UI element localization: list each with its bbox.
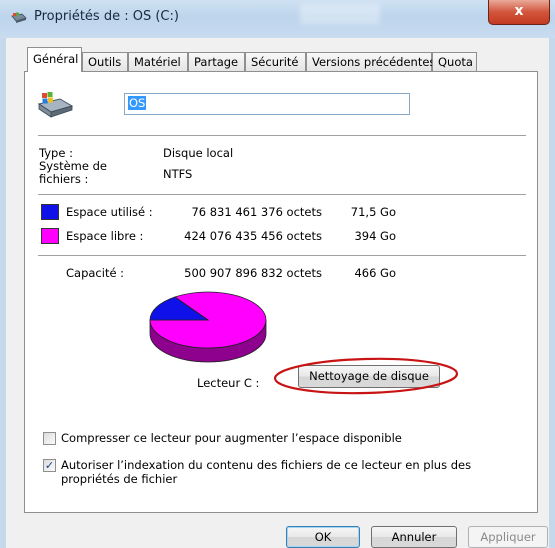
capacity-bytes: 500 907 896 832 octets (184, 266, 322, 280)
used-space-size: 71,5 Go (350, 205, 396, 219)
tab-outils[interactable]: Outils (82, 52, 128, 71)
checkmark-icon: ✓ (44, 459, 55, 472)
separator (38, 194, 526, 195)
used-space-swatch (41, 204, 59, 220)
compress-checkbox[interactable] (43, 432, 56, 445)
tab-quota[interactable]: Quota (432, 52, 477, 71)
filesystem-label: Système de fichiers : (39, 159, 107, 186)
free-space-size: 394 Go (354, 229, 396, 243)
tab-versions-precedentes[interactable]: Versions précédentes (306, 52, 435, 71)
title-bar-glass (300, 4, 380, 24)
tab-materiel[interactable]: Matériel (128, 52, 188, 71)
filesystem-value: NTFS (163, 167, 193, 181)
free-space-label: Espace libre : (66, 229, 144, 243)
compress-label: Compresser ce lecteur pour augmenter l’e… (61, 431, 402, 445)
tab-partage[interactable]: Partage (188, 52, 245, 71)
hard-drive-icon (37, 92, 74, 118)
index-label: Autoriser l’indexation du contenu des fi… (61, 458, 472, 486)
tab-general[interactable]: Général (27, 47, 82, 72)
drive-label: Lecteur C : (197, 376, 260, 390)
disk-usage-pie-chart (149, 291, 267, 363)
tab-securite[interactable]: Sécurité (245, 52, 306, 71)
used-space-label: Espace utilisé : (66, 205, 153, 219)
window-title: Propriétés de : OS (C:) (34, 9, 179, 24)
free-space-swatch (41, 228, 59, 244)
used-space-bytes: 76 831 461 376 octets (191, 205, 322, 219)
apply-button[interactable]: Appliquer (468, 526, 548, 548)
index-checkbox[interactable]: ✓ (43, 459, 56, 472)
capacity-label: Capacité : (66, 266, 125, 280)
ok-button[interactable]: OK (286, 526, 360, 548)
cancel-button[interactable]: Annuler (371, 526, 457, 548)
separator (38, 255, 526, 256)
drive-name-input[interactable]: OS (124, 93, 410, 115)
drive-icon-small (11, 12, 27, 23)
drive-name-selected-text: OS (128, 96, 147, 110)
tab-panel-general (24, 71, 538, 513)
type-label: Type : (39, 146, 73, 160)
type-value: Disque local (163, 146, 234, 160)
separator (38, 135, 526, 136)
close-button[interactable]: x (488, 0, 550, 25)
capacity-size: 466 Go (354, 266, 396, 280)
highlight-circle-annotation (273, 357, 459, 395)
window-frame-right (549, 38, 555, 548)
free-space-bytes: 424 076 435 456 octets (184, 229, 322, 243)
